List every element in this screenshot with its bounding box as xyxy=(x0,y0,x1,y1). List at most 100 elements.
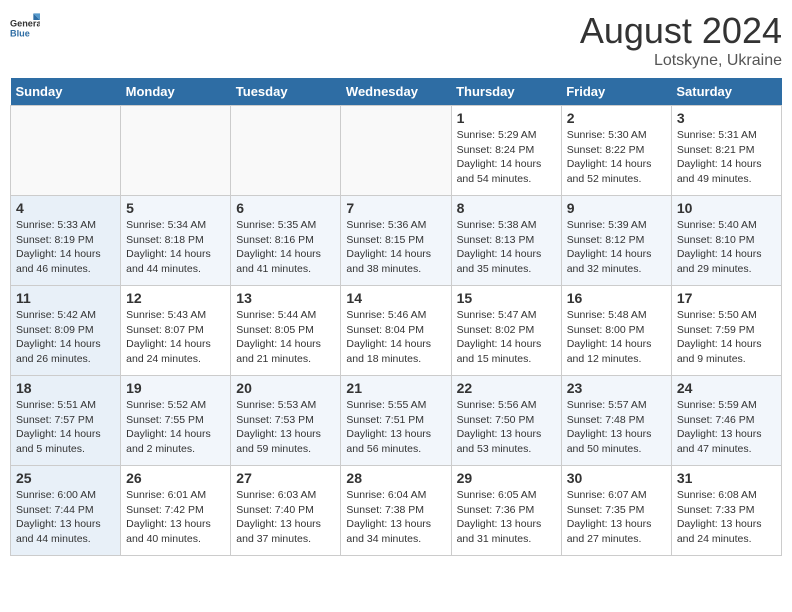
day-number: 21 xyxy=(346,380,445,396)
day-number: 12 xyxy=(126,290,225,306)
day-cell-15: 15 Sunrise: 5:47 AM Sunset: 8:02 PM Dayli… xyxy=(451,286,561,376)
day-info: Sunrise: 5:59 AM Sunset: 7:46 PM Dayligh… xyxy=(677,398,776,457)
day-number: 7 xyxy=(346,200,445,216)
day-cell-22: 22 Sunrise: 5:56 AM Sunset: 7:50 PM Dayli… xyxy=(451,376,561,466)
col-header-saturday: Saturday xyxy=(671,78,781,106)
day-info: Sunrise: 5:56 AM Sunset: 7:50 PM Dayligh… xyxy=(457,398,556,457)
day-info: Sunrise: 5:40 AM Sunset: 8:10 PM Dayligh… xyxy=(677,218,776,277)
week-row-2: 4 Sunrise: 5:33 AM Sunset: 8:19 PM Daylig… xyxy=(11,196,782,286)
week-row-1: 1 Sunrise: 5:29 AM Sunset: 8:24 PM Daylig… xyxy=(11,106,782,196)
day-number: 27 xyxy=(236,470,335,486)
day-info: Sunrise: 6:04 AM Sunset: 7:38 PM Dayligh… xyxy=(346,488,445,547)
col-header-friday: Friday xyxy=(561,78,671,106)
day-cell-25: 25 Sunrise: 6:00 AM Sunset: 7:44 PM Dayli… xyxy=(11,466,121,556)
day-cell-19: 19 Sunrise: 5:52 AM Sunset: 7:55 PM Dayli… xyxy=(121,376,231,466)
day-number: 31 xyxy=(677,470,776,486)
day-info: Sunrise: 5:30 AM Sunset: 8:22 PM Dayligh… xyxy=(567,128,666,187)
day-info: Sunrise: 5:35 AM Sunset: 8:16 PM Dayligh… xyxy=(236,218,335,277)
day-number: 22 xyxy=(457,380,556,396)
day-info: Sunrise: 6:01 AM Sunset: 7:42 PM Dayligh… xyxy=(126,488,225,547)
col-header-wednesday: Wednesday xyxy=(341,78,451,106)
day-number: 3 xyxy=(677,110,776,126)
day-info: Sunrise: 5:52 AM Sunset: 7:55 PM Dayligh… xyxy=(126,398,225,457)
svg-text:General: General xyxy=(10,19,40,29)
empty-cell xyxy=(121,106,231,196)
day-info: Sunrise: 5:48 AM Sunset: 8:00 PM Dayligh… xyxy=(567,308,666,367)
day-number: 28 xyxy=(346,470,445,486)
day-number: 13 xyxy=(236,290,335,306)
day-cell-7: 7 Sunrise: 5:36 AM Sunset: 8:15 PM Daylig… xyxy=(341,196,451,286)
day-number: 15 xyxy=(457,290,556,306)
day-number: 5 xyxy=(126,200,225,216)
day-info: Sunrise: 5:31 AM Sunset: 8:21 PM Dayligh… xyxy=(677,128,776,187)
day-cell-14: 14 Sunrise: 5:46 AM Sunset: 8:04 PM Dayli… xyxy=(341,286,451,376)
day-number: 17 xyxy=(677,290,776,306)
main-title: August 2024 xyxy=(580,10,782,52)
day-info: Sunrise: 6:05 AM Sunset: 7:36 PM Dayligh… xyxy=(457,488,556,547)
day-cell-4: 4 Sunrise: 5:33 AM Sunset: 8:19 PM Daylig… xyxy=(11,196,121,286)
day-cell-2: 2 Sunrise: 5:30 AM Sunset: 8:22 PM Daylig… xyxy=(561,106,671,196)
day-number: 11 xyxy=(16,290,115,306)
day-info: Sunrise: 5:47 AM Sunset: 8:02 PM Dayligh… xyxy=(457,308,556,367)
day-number: 18 xyxy=(16,380,115,396)
day-cell-20: 20Sunrise: 5:53 AM Sunset: 7:53 PM Dayli… xyxy=(231,376,341,466)
svg-text:Blue: Blue xyxy=(10,29,30,39)
day-number: 9 xyxy=(567,200,666,216)
day-info: Sunrise: 5:33 AM Sunset: 8:19 PM Dayligh… xyxy=(16,218,115,277)
day-cell-24: 24Sunrise: 5:59 AM Sunset: 7:46 PM Dayli… xyxy=(671,376,781,466)
day-cell-3: 3 Sunrise: 5:31 AM Sunset: 8:21 PM Daylig… xyxy=(671,106,781,196)
day-cell-27: 27Sunrise: 6:03 AM Sunset: 7:40 PM Dayli… xyxy=(231,466,341,556)
day-cell-10: 10 Sunrise: 5:40 AM Sunset: 8:10 PM Dayli… xyxy=(671,196,781,286)
empty-cell xyxy=(231,106,341,196)
logo-icon: General Blue xyxy=(10,10,40,40)
day-number: 20 xyxy=(236,380,335,396)
empty-cell xyxy=(11,106,121,196)
empty-cell xyxy=(341,106,451,196)
day-cell-17: 17 Sunrise: 5:50 AM Sunset: 7:59 PM Dayli… xyxy=(671,286,781,376)
day-info: Sunrise: 6:00 AM Sunset: 7:44 PM Dayligh… xyxy=(16,488,115,547)
day-number: 10 xyxy=(677,200,776,216)
day-cell-9: 9Sunrise: 5:39 AM Sunset: 8:12 PM Daylig… xyxy=(561,196,671,286)
day-info: Sunrise: 5:38 AM Sunset: 8:13 PM Dayligh… xyxy=(457,218,556,277)
day-cell-1: 1 Sunrise: 5:29 AM Sunset: 8:24 PM Daylig… xyxy=(451,106,561,196)
day-cell-29: 29 Sunrise: 6:05 AM Sunset: 7:36 PM Dayli… xyxy=(451,466,561,556)
col-header-sunday: Sunday xyxy=(11,78,121,106)
day-number: 4 xyxy=(16,200,115,216)
day-number: 19 xyxy=(126,380,225,396)
day-cell-12: 12Sunrise: 5:43 AM Sunset: 8:07 PM Dayli… xyxy=(121,286,231,376)
day-cell-5: 5 Sunrise: 5:34 AM Sunset: 8:18 PM Daylig… xyxy=(121,196,231,286)
day-info: Sunrise: 5:51 AM Sunset: 7:57 PM Dayligh… xyxy=(16,398,115,457)
day-info: Sunrise: 5:57 AM Sunset: 7:48 PM Dayligh… xyxy=(567,398,666,457)
day-info: Sunrise: 6:08 AM Sunset: 7:33 PM Dayligh… xyxy=(677,488,776,547)
day-number: 26 xyxy=(126,470,225,486)
day-cell-16: 16Sunrise: 5:48 AM Sunset: 8:00 PM Dayli… xyxy=(561,286,671,376)
day-number: 2 xyxy=(567,110,666,126)
day-number: 23 xyxy=(567,380,666,396)
day-info: Sunrise: 5:55 AM Sunset: 7:51 PM Dayligh… xyxy=(346,398,445,457)
day-info: Sunrise: 5:42 AM Sunset: 8:09 PM Dayligh… xyxy=(16,308,115,367)
col-header-monday: Monday xyxy=(121,78,231,106)
logo: General Blue xyxy=(10,10,40,40)
day-number: 14 xyxy=(346,290,445,306)
day-number: 25 xyxy=(16,470,115,486)
subtitle: Lotskyne, Ukraine xyxy=(580,52,782,70)
day-info: Sunrise: 5:46 AM Sunset: 8:04 PM Dayligh… xyxy=(346,308,445,367)
day-info: Sunrise: 5:36 AM Sunset: 8:15 PM Dayligh… xyxy=(346,218,445,277)
day-cell-6: 6Sunrise: 5:35 AM Sunset: 8:16 PM Daylig… xyxy=(231,196,341,286)
title-block: August 2024 Lotskyne, Ukraine xyxy=(580,10,782,70)
day-info: Sunrise: 5:34 AM Sunset: 8:18 PM Dayligh… xyxy=(126,218,225,277)
col-header-thursday: Thursday xyxy=(451,78,561,106)
day-number: 30 xyxy=(567,470,666,486)
week-row-5: 25 Sunrise: 6:00 AM Sunset: 7:44 PM Dayli… xyxy=(11,466,782,556)
day-number: 29 xyxy=(457,470,556,486)
day-number: 1 xyxy=(457,110,556,126)
day-cell-28: 28 Sunrise: 6:04 AM Sunset: 7:38 PM Dayli… xyxy=(341,466,451,556)
week-row-3: 11 Sunrise: 5:42 AM Sunset: 8:09 PM Dayli… xyxy=(11,286,782,376)
calendar-table: SundayMondayTuesdayWednesdayThursdayFrid… xyxy=(10,78,782,556)
day-cell-8: 8Sunrise: 5:38 AM Sunset: 8:13 PM Daylig… xyxy=(451,196,561,286)
day-info: Sunrise: 5:50 AM Sunset: 7:59 PM Dayligh… xyxy=(677,308,776,367)
week-row-4: 18 Sunrise: 5:51 AM Sunset: 7:57 PM Dayli… xyxy=(11,376,782,466)
day-cell-26: 26 Sunrise: 6:01 AM Sunset: 7:42 PM Dayli… xyxy=(121,466,231,556)
day-cell-31: 31 Sunrise: 6:08 AM Sunset: 7:33 PM Dayli… xyxy=(671,466,781,556)
day-info: Sunrise: 5:29 AM Sunset: 8:24 PM Dayligh… xyxy=(457,128,556,187)
